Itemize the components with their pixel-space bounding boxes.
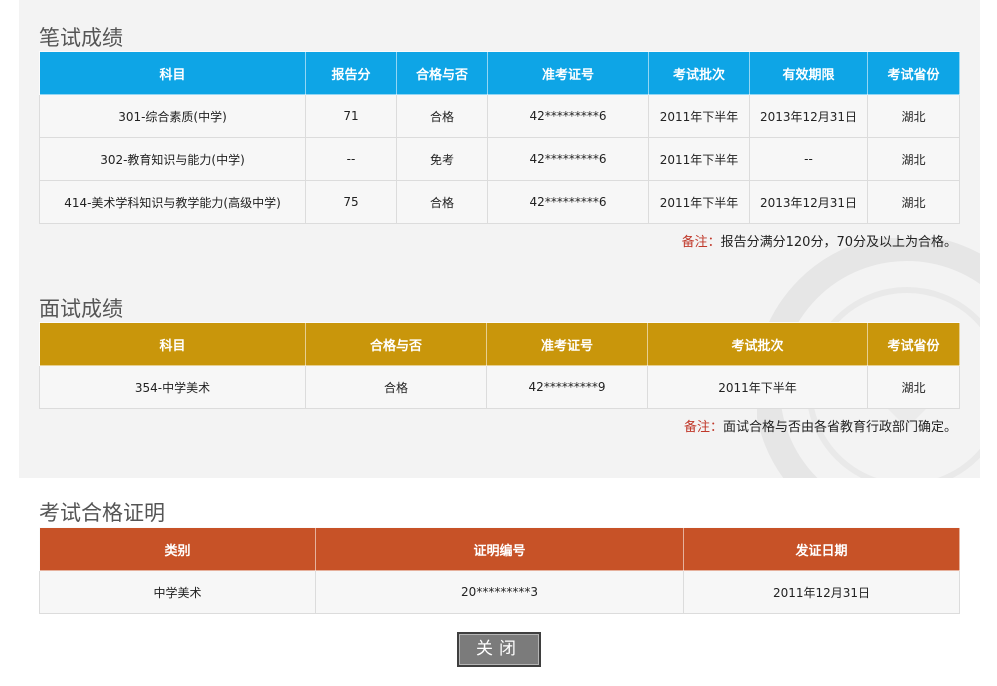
column-header: 科目 [39, 51, 306, 95]
table-header-row: 科目 报告分 合格与否 准考证号 考试批次 有效期限 考试省份 [39, 51, 960, 95]
written-section-title: 笔试成绩 [39, 26, 123, 50]
column-header: 准考证号 [487, 51, 649, 95]
valid-until-cell: 2013年12月31日 [749, 180, 868, 224]
ticket-number-cell: 42*********6 [487, 137, 649, 181]
table-header-row: 科目 合格与否 准考证号 考试批次 考试省份 [39, 322, 960, 366]
table-row: 中学美术 20*********3 2011年12月31日 [39, 570, 960, 614]
issue-date-cell: 2011年12月31日 [683, 570, 960, 614]
note-text: 报告分满分120分，70分及以上为合格。 [720, 235, 957, 250]
column-header: 准考证号 [486, 322, 648, 366]
table-row: 354-中学美术 合格 42*********9 2011年下半年 湖北 [39, 365, 960, 409]
certificate-table: 类别 证明编号 发证日期 中学美术 20*********3 2011年12月3… [39, 527, 960, 614]
valid-until-cell: -- [749, 137, 868, 181]
table-header-row: 类别 证明编号 发证日期 [39, 527, 960, 571]
interview-scores-table: 科目 合格与否 准考证号 考试批次 考试省份 354-中学美术 合格 42***… [39, 322, 960, 409]
pass-cell: 合格 [396, 94, 488, 138]
written-note: 备注：报告分满分120分，70分及以上为合格。 [682, 231, 957, 250]
note-label: 备注： [681, 235, 721, 250]
interview-section-title: 面试成绩 [39, 297, 123, 321]
subject-cell: 354-中学美术 [39, 365, 306, 409]
column-header: 有效期限 [749, 51, 868, 95]
subject-cell: 301-综合素质(中学) [39, 94, 306, 138]
score-cell: 75 [305, 180, 397, 224]
subject-cell: 302-教育知识与能力(中学) [39, 137, 306, 181]
pass-cell: 合格 [396, 180, 488, 224]
column-header: 科目 [39, 322, 306, 366]
table-row: 302-教育知识与能力(中学) -- 免考 42*********6 2011年… [39, 137, 960, 181]
province-cell: 湖北 [867, 180, 960, 224]
column-header: 类别 [39, 527, 316, 571]
province-cell: 湖北 [867, 365, 960, 409]
ticket-number-cell: 42*********6 [487, 180, 649, 224]
pass-cell: 免考 [396, 137, 488, 181]
batch-cell: 2011年下半年 [647, 365, 868, 409]
column-header: 发证日期 [683, 527, 960, 571]
province-cell: 湖北 [867, 94, 960, 138]
close-button[interactable]: 关闭 [457, 632, 541, 667]
table-row: 301-综合素质(中学) 71 合格 42*********6 2011年下半年… [39, 94, 960, 138]
score-cell: 71 [305, 94, 397, 138]
certificate-number-cell: 20*********3 [315, 570, 684, 614]
note-label: 备注： [683, 420, 723, 435]
interview-note: 备注：面试合格与否由各省教育行政部门确定。 [684, 416, 957, 435]
written-scores-table: 科目 报告分 合格与否 准考证号 考试批次 有效期限 考试省份 301-综合素质… [39, 51, 960, 224]
valid-until-cell: 2013年12月31日 [749, 94, 868, 138]
batch-cell: 2011年下半年 [648, 137, 750, 181]
column-header: 考试批次 [648, 51, 750, 95]
ticket-number-cell: 42*********9 [486, 365, 648, 409]
column-header: 合格与否 [396, 51, 488, 95]
column-header: 报告分 [305, 51, 397, 95]
table-row: 414-美术学科知识与教学能力(高级中学) 75 合格 42*********6… [39, 180, 960, 224]
pass-cell: 合格 [305, 365, 487, 409]
column-header: 考试省份 [867, 322, 960, 366]
batch-cell: 2011年下半年 [648, 180, 750, 224]
certificate-section-title: 考试合格证明 [39, 501, 165, 525]
subject-cell: 414-美术学科知识与教学能力(高级中学) [39, 180, 306, 224]
province-cell: 湖北 [867, 137, 960, 181]
column-header: 合格与否 [305, 322, 487, 366]
category-cell: 中学美术 [39, 570, 316, 614]
column-header: 考试批次 [647, 322, 868, 366]
column-header: 证明编号 [315, 527, 684, 571]
score-cell: -- [305, 137, 397, 181]
column-header: 考试省份 [867, 51, 960, 95]
batch-cell: 2011年下半年 [648, 94, 750, 138]
note-text: 面试合格与否由各省教育行政部门确定。 [722, 420, 957, 435]
ticket-number-cell: 42*********6 [487, 94, 649, 138]
